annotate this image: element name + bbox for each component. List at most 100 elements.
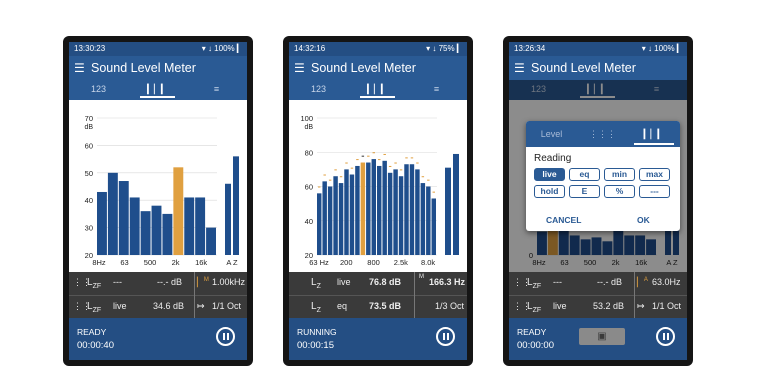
option-max[interactable]: max <box>639 168 670 181</box>
dialog-heading: Reading <box>534 153 572 164</box>
screen-1: 13:30:23 ▾ ↓ 100% ▎ ☰ Sound Level Meter … <box>69 42 247 360</box>
pause-button[interactable] <box>436 327 455 346</box>
option-hold[interactable]: hold <box>534 185 565 198</box>
y-tick-label: 100 <box>300 114 313 123</box>
peak-hold-marker <box>356 159 359 161</box>
spectrum-bar <box>129 197 140 255</box>
marker-superscript: M <box>203 277 209 283</box>
save-button[interactable]: ▣ <box>579 328 625 345</box>
phone-frame-1: 13:30:23 ▾ ↓ 100% ▎ ☰ Sound Level Meter … <box>63 36 253 366</box>
spectrum-bars-icon: ▎▏▎ <box>643 129 665 139</box>
reading-subscript: ZF <box>92 283 102 290</box>
reading-row-2[interactable]: LZ eq 73.5 dB 1/3 Oct <box>289 295 467 318</box>
tab-numeric[interactable]: 123 <box>69 80 128 100</box>
spectrum-chart-svg: 706050403020dB8Hz 63 500 2k 16k A Z <box>84 114 239 267</box>
elapsed-time: 00:00:00 <box>517 340 554 351</box>
spectrum-bar <box>162 213 173 255</box>
reading-mode: live <box>337 277 351 287</box>
reading-mode: --- <box>113 277 122 287</box>
marker-frequency: 166.3 Hz <box>429 277 466 287</box>
run-state: READY <box>77 327 107 337</box>
reading-mode: eq <box>337 301 348 311</box>
run-state: READY <box>517 327 547 337</box>
peak-hold-marker <box>334 169 337 171</box>
footer-bar: READY 00:00:40 <box>69 318 247 360</box>
reading-row-1[interactable]: LZ live 76.8 dB M 166.3 Hz <box>289 272 467 294</box>
status-icons: ▾ ↓ 100% ▎ <box>201 44 243 53</box>
cancel-button[interactable]: CANCEL <box>546 215 581 225</box>
peak-hold-marker <box>410 157 414 159</box>
spectrum-bar <box>322 181 327 255</box>
pause-button[interactable] <box>216 327 235 346</box>
tab-spectrum[interactable]: ▎▏▎ <box>128 80 187 100</box>
spectrum-bar <box>97 191 107 255</box>
option-min[interactable]: min <box>604 168 635 181</box>
peak-hold-marker <box>350 167 354 169</box>
x-tick-label: 2.5k <box>394 258 408 267</box>
peak-hold-marker <box>432 191 435 193</box>
view-tabs: 123 ▎▏▎ ≡ <box>69 80 247 100</box>
spectrum-bar <box>415 169 420 255</box>
menu-icon[interactable]: ☰ <box>294 61 305 75</box>
dialog-tab-meter[interactable]: ⋮⋮⋮ <box>577 121 628 147</box>
phone-frame-3: 13:26:34 ▾ ↓ 100% ▎ ☰ Sound Level Meter … <box>503 36 693 366</box>
marker-frequency: 63.0Hz <box>652 277 681 287</box>
option-eq[interactable]: eq <box>569 168 600 181</box>
peak-hold-marker <box>345 162 348 164</box>
reading-row-2[interactable]: ⋮⋮ LZF live 53.2 dB ↦ 1/1 Oct <box>509 295 687 318</box>
status-time: 13:30:23 <box>74 44 106 53</box>
readings-divider <box>414 272 415 318</box>
x-tick-label: 800 <box>367 258 380 267</box>
spectrum-bar <box>404 164 409 255</box>
tab-numeric[interactable]: 123 <box>289 80 348 100</box>
menu-icon[interactable]: ☰ <box>74 61 85 75</box>
status-bar: 13:26:34 ▾ ↓ 100% ▎ <box>509 42 687 56</box>
spectrum-bars-icon: ▎▏▎ <box>367 84 388 94</box>
option-none[interactable]: --- <box>639 185 670 198</box>
spectrum-bar <box>140 211 151 255</box>
floppy-disk-icon: ▣ <box>597 331 607 342</box>
peak-hold-marker <box>367 155 370 157</box>
x-tick-label: 16k <box>195 258 207 267</box>
x-tick-label: A Z <box>226 258 238 267</box>
tab-settings[interactable]: ≡ <box>187 80 246 100</box>
y-tick-label: 70 <box>85 114 93 123</box>
spectrum-bar <box>327 186 333 255</box>
reading-row-1[interactable]: ⋮⋮ LZF --- --.- dB ▏M 1.00kHz <box>69 272 247 294</box>
menu-icon[interactable]: ☰ <box>514 61 525 75</box>
y-tick-label: 60 <box>305 183 313 192</box>
option-live[interactable]: live <box>534 168 565 181</box>
spectrum-bar <box>409 164 415 255</box>
status-icons: ▾ ↓ 100% ▎ <box>641 44 683 53</box>
reading-row-2[interactable]: ⋮⋮ LZF live 34.6 dB ↦ 1/1 Oct <box>69 295 247 318</box>
spectrum-bar <box>398 176 404 255</box>
spectrum-bar <box>184 197 195 255</box>
option-e[interactable]: E <box>569 185 600 198</box>
spectrum-bar <box>393 169 398 255</box>
tab-spectrum[interactable]: ▎▏▎ <box>348 80 407 100</box>
peak-hold-marker <box>421 176 425 178</box>
phone-frame-2: 14:32:16 ▾ ↓ 75% ▎ ☰ Sound Level Meter 1… <box>283 36 473 366</box>
spectrum-bars-icon: ▎▏▎ <box>147 84 168 94</box>
bandwidth-icon: ↦ <box>637 301 645 311</box>
ok-button[interactable]: OK <box>637 215 650 225</box>
option-percent[interactable]: % <box>604 185 635 198</box>
reading-subscript: ZF <box>532 307 542 314</box>
y-tick-label: 40 <box>85 196 93 205</box>
pause-button[interactable] <box>656 327 675 346</box>
y-tick-label: 80 <box>305 148 313 157</box>
band-marker-icon: ▏M <box>197 277 209 287</box>
peak-hold-marker <box>361 155 365 157</box>
peak-hold-marker <box>339 176 343 178</box>
reading-subscript: Z <box>316 283 321 290</box>
dialog-tab-level[interactable]: Level <box>526 121 577 147</box>
tab-settings[interactable]: ≡ <box>407 80 466 100</box>
reading-row-1[interactable]: ⋮⋮ LZF --- --.- dB ▏A 63.0Hz <box>509 272 687 294</box>
peak-hold-marker <box>323 174 326 176</box>
peak-hold-marker <box>372 152 375 154</box>
dialog-tab-spectrum[interactable]: ▎▏▎ <box>628 121 680 147</box>
spectrum-bar <box>107 172 118 255</box>
footer-bar: RUNNING 00:00:15 <box>289 318 467 360</box>
peak-hold-marker <box>394 162 397 164</box>
app-title: Sound Level Meter <box>531 61 636 75</box>
